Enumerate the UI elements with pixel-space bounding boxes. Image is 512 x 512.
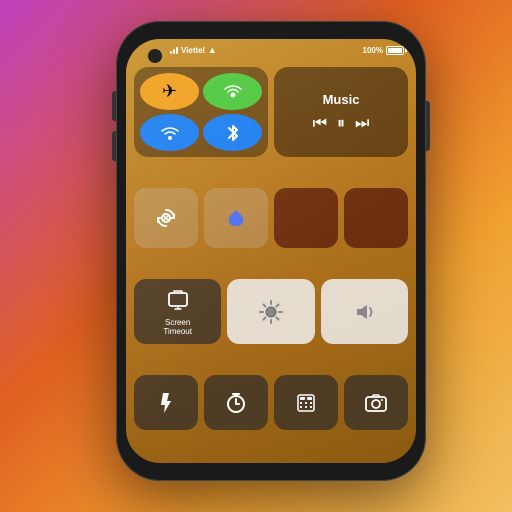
battery-fill — [388, 48, 402, 53]
music-playpause-button[interactable]: ⏸ — [337, 115, 345, 133]
volume-down-button[interactable] — [112, 131, 116, 161]
control-center: ✈ — [134, 67, 408, 455]
wifi-button[interactable] — [140, 114, 199, 151]
camera-hole — [148, 49, 162, 63]
music-title: Music — [323, 92, 360, 107]
carrier-label: Viettel — [181, 46, 205, 55]
phone-screen: Viettel ▲ 100% ✈ — [126, 39, 416, 463]
signal-wifi-area: Viettel ▲ — [170, 45, 217, 55]
volume-button[interactable] — [321, 279, 408, 344]
screen-timeout-label: ScreenTimeout — [163, 319, 192, 337]
calculator-button[interactable] — [274, 375, 338, 430]
row-quick-actions — [134, 375, 408, 430]
music-controls: ⏮ ⏸ ⏭ — [313, 115, 370, 133]
do-not-disturb-button[interactable] — [204, 188, 268, 248]
screen-timeout-button[interactable]: ScreenTimeout — [134, 279, 221, 344]
bluetooth-button[interactable] — [203, 114, 262, 151]
battery-area: 100% — [363, 46, 404, 55]
battery-percent: 100% — [363, 46, 383, 55]
brightness-button[interactable] — [227, 279, 314, 344]
row-secondary-controls — [134, 188, 408, 248]
wifi-status-icon: ▲ — [208, 45, 217, 55]
row-adjustments: ScreenTimeout — [134, 279, 408, 344]
flashlight-button[interactable] — [134, 375, 198, 430]
tile-dark-1[interactable] — [274, 188, 338, 248]
camera-button[interactable] — [344, 375, 408, 430]
phone-body: Viettel ▲ 100% ✈ — [116, 21, 426, 481]
music-next-button[interactable]: ⏭ — [355, 115, 369, 133]
music-tile[interactable]: Music ⏮ ⏸ ⏭ — [274, 67, 408, 157]
screen-rotation-button[interactable] — [134, 188, 198, 248]
music-prev-button[interactable]: ⏮ — [313, 115, 327, 133]
phone-device: Viettel ▲ 100% ✈ — [116, 21, 436, 491]
volume-up-button[interactable] — [112, 91, 116, 121]
hotspot-button[interactable] — [203, 73, 262, 110]
connectivity-grid: ✈ — [134, 67, 268, 157]
row-connectivity-music: ✈ — [134, 67, 408, 157]
screen-timeout-icon — [166, 287, 190, 316]
airplane-mode-button[interactable]: ✈ — [140, 73, 199, 110]
tile-dark-2[interactable] — [344, 188, 408, 248]
signal-bars — [170, 46, 178, 54]
power-button[interactable] — [426, 101, 430, 151]
timer-button[interactable] — [204, 375, 268, 430]
battery-icon — [386, 46, 404, 55]
status-bar: Viettel ▲ 100% — [126, 45, 416, 55]
